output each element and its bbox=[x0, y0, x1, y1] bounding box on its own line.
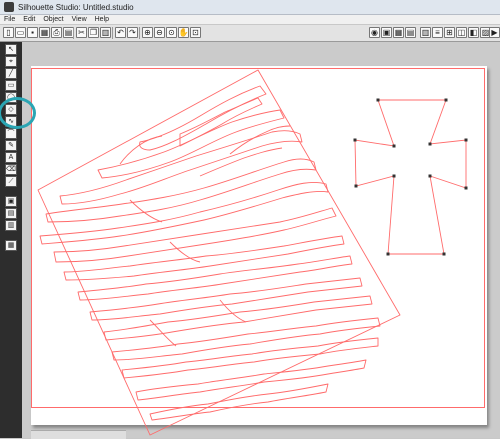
cross-edit-points[interactable] bbox=[353, 98, 468, 256]
cross-shape[interactable] bbox=[353, 98, 468, 256]
design-canvas[interactable] bbox=[0, 0, 500, 438]
cross-outline bbox=[354, 99, 467, 255]
zebra-design[interactable] bbox=[37, 69, 401, 436]
